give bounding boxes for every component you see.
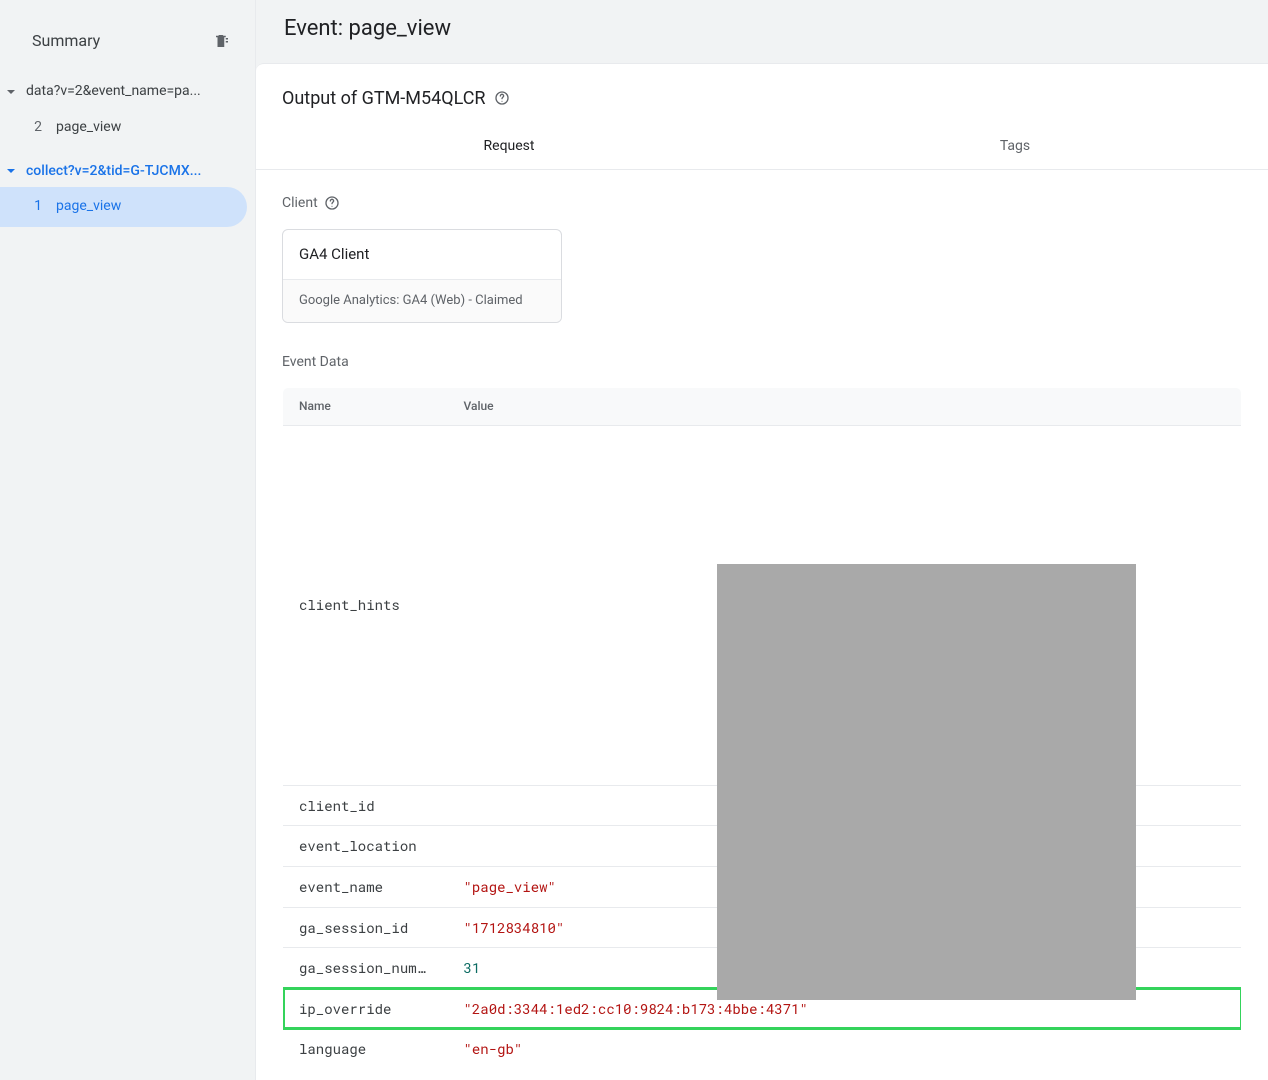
nav-item-index: 2 [28,118,42,138]
th-value: Value [448,387,1242,425]
cell-value: "en-gb" [448,1029,1242,1070]
client-name: GA4 Client [283,230,561,280]
cell-name: ga_session_number [283,948,448,989]
nav-header-collect[interactable]: collect?v=2&tid=G-TJCMX... [0,156,255,188]
cell-name: client_hints [283,425,448,785]
cell-name: ip_override [283,988,448,1029]
cell-name: event_name [283,866,448,907]
clear-icon[interactable] [213,32,231,50]
client-section-label: Client [282,194,1242,214]
output-header: Output of GTM-M54QLCR [256,64,1268,111]
sidebar: Summary data?v=2&event_name=pa... 2 page… [0,0,256,1080]
nav-item-pageview-2[interactable]: 2 page_view [0,108,247,148]
nav-item-label: page_view [56,118,121,138]
caret-down-icon [6,166,16,176]
cell-name: ga_session_id [283,907,448,948]
tab-tags[interactable]: Tags [762,125,1268,169]
help-icon[interactable] [324,195,340,211]
sidebar-summary[interactable]: Summary [0,20,255,76]
output-card: Output of GTM-M54QLCR Request Tags Clien… [256,63,1268,1080]
help-icon[interactable] [494,90,510,106]
page-title: Event: page_view [256,0,1268,63]
nav-item-label: page_view [56,197,121,217]
tab-request[interactable]: Request [256,125,762,169]
cell-name: client_id [283,785,448,826]
tabs: Request Tags [256,125,1268,170]
output-header-label: Output of GTM-M54QLCR [282,86,486,111]
nav-header-data[interactable]: data?v=2&event_name=pa... [0,76,255,108]
nav-header-label: collect?v=2&tid=G-TJCMX... [26,162,245,182]
client-label: Client [282,194,318,214]
main: Event: page_view Output of GTM-M54QLCR R… [256,0,1268,1080]
client-box[interactable]: GA4 Client Google Analytics: GA4 (Web) -… [282,229,562,323]
table-row: language"en-gb" [283,1029,1242,1070]
caret-down-icon [6,87,16,97]
nav-header-label: data?v=2&event_name=pa... [26,82,245,102]
nav-group: data?v=2&event_name=pa... 2 page_view [0,76,255,155]
nav-group: collect?v=2&tid=G-TJCMX... 1 page_view [0,156,255,235]
summary-label: Summary [32,30,100,52]
redacted-overlay [717,564,1136,1000]
th-name: Name [283,387,448,425]
app-root: Summary data?v=2&event_name=pa... 2 page… [0,0,1268,1080]
event-data-label: Event Data [282,353,1242,373]
cell-name: event_location [283,826,448,867]
cell-name: language [283,1029,448,1070]
client-status: Google Analytics: GA4 (Web) - Claimed [283,280,561,322]
nav-item-index: 1 [28,197,42,217]
card-body: Client GA4 Client Google Analytics: GA4 … [256,170,1268,1070]
nav-item-pageview-1[interactable]: 1 page_view [0,187,247,227]
